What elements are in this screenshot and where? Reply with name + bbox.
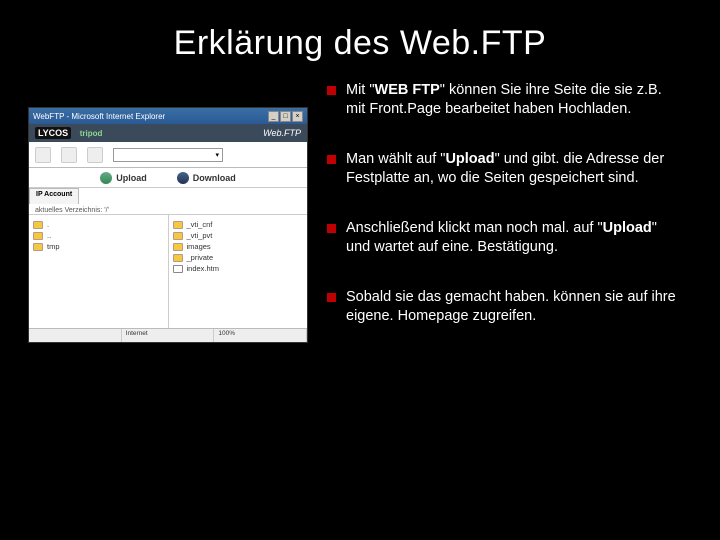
list-item[interactable]: index.htm <box>173 263 304 274</box>
list-item[interactable]: .. <box>33 230 164 241</box>
screenshot-column: WebFTP - Microsoft Internet Explorer _ □… <box>28 81 308 357</box>
current-directory-label: aktuelles Verzeichnis: '/' <box>29 204 307 214</box>
tripod-logo: tripod <box>80 129 103 138</box>
status-cell: Internet <box>122 329 215 342</box>
right-pane: _vti_cnf _vti_pvt images _private index.… <box>168 215 308 328</box>
window-titlebar: WebFTP - Microsoft Internet Explorer _ □… <box>29 108 307 124</box>
bullet-list: Mit "WEB FTP" können Sie ihre Seite die … <box>326 81 680 325</box>
file-icon <box>173 265 183 273</box>
download-icon <box>177 172 189 184</box>
list-item[interactable]: . <box>33 219 164 230</box>
upload-button[interactable]: Upload <box>100 172 147 184</box>
browser-window: WebFTP - Microsoft Internet Explorer _ □… <box>28 107 308 343</box>
left-pane: . .. tmp <box>29 215 168 328</box>
address-dropdown[interactable]: ▾ <box>113 148 223 162</box>
folder-icon <box>33 221 43 229</box>
toolbar-button[interactable] <box>35 147 51 163</box>
brand-bar: LYCOS tripod Web.FTP <box>29 124 307 142</box>
download-button[interactable]: Download <box>177 172 236 184</box>
tab-account[interactable]: IP Account <box>29 188 79 204</box>
list-item[interactable]: images <box>173 241 304 252</box>
minimize-icon[interactable]: _ <box>268 111 279 122</box>
upload-icon <box>100 172 112 184</box>
maximize-icon[interactable]: □ <box>280 111 291 122</box>
toolbar-button[interactable] <box>87 147 103 163</box>
folder-icon <box>33 243 43 251</box>
status-cell: 100% <box>214 329 307 342</box>
folder-icon <box>173 254 183 262</box>
status-cell <box>29 329 122 342</box>
window-title: WebFTP - Microsoft Internet Explorer <box>33 112 165 121</box>
brand-left: LYCOS tripod <box>35 128 102 138</box>
folder-icon <box>33 232 43 240</box>
status-bar: Internet 100% <box>29 328 307 342</box>
content-row: WebFTP - Microsoft Internet Explorer _ □… <box>0 63 720 357</box>
list-item[interactable]: _vti_cnf <box>173 219 304 230</box>
list-item[interactable]: tmp <box>33 241 164 252</box>
list-item[interactable]: _private <box>173 252 304 263</box>
chevron-down-icon: ▾ <box>215 151 219 159</box>
browser-toolbar: ▾ <box>29 142 307 168</box>
folder-icon <box>173 243 183 251</box>
file-panes: . .. tmp _vti_cnf _vti_pvt images _priva… <box>29 214 307 328</box>
tab-row: IP Account <box>29 188 307 204</box>
lycos-logo: LYCOS <box>35 127 71 139</box>
action-bar: Upload Download <box>29 168 307 188</box>
bullet-item: Mit "WEB FTP" können Sie ihre Seite die … <box>326 81 680 118</box>
list-item[interactable]: _vti_pvt <box>173 230 304 241</box>
close-icon[interactable]: × <box>292 111 303 122</box>
bullet-item: Sobald sie das gemacht haben. können sie… <box>326 288 680 325</box>
slide: Erklärung des Web.FTP WebFTP - Microsoft… <box>0 0 720 540</box>
folder-icon <box>173 232 183 240</box>
folder-icon <box>173 221 183 229</box>
toolbar-button[interactable] <box>61 147 77 163</box>
slide-title: Erklärung des Web.FTP <box>0 0 720 63</box>
bullet-item: Man wählt auf "Upload" und gibt. die Adr… <box>326 150 680 187</box>
window-buttons: _ □ × <box>268 111 303 122</box>
bullet-item: Anschließend klickt man noch mal. auf "U… <box>326 219 680 256</box>
brand-right: Web.FTP <box>263 128 301 138</box>
bullet-column: Mit "WEB FTP" können Sie ihre Seite die … <box>326 81 680 357</box>
